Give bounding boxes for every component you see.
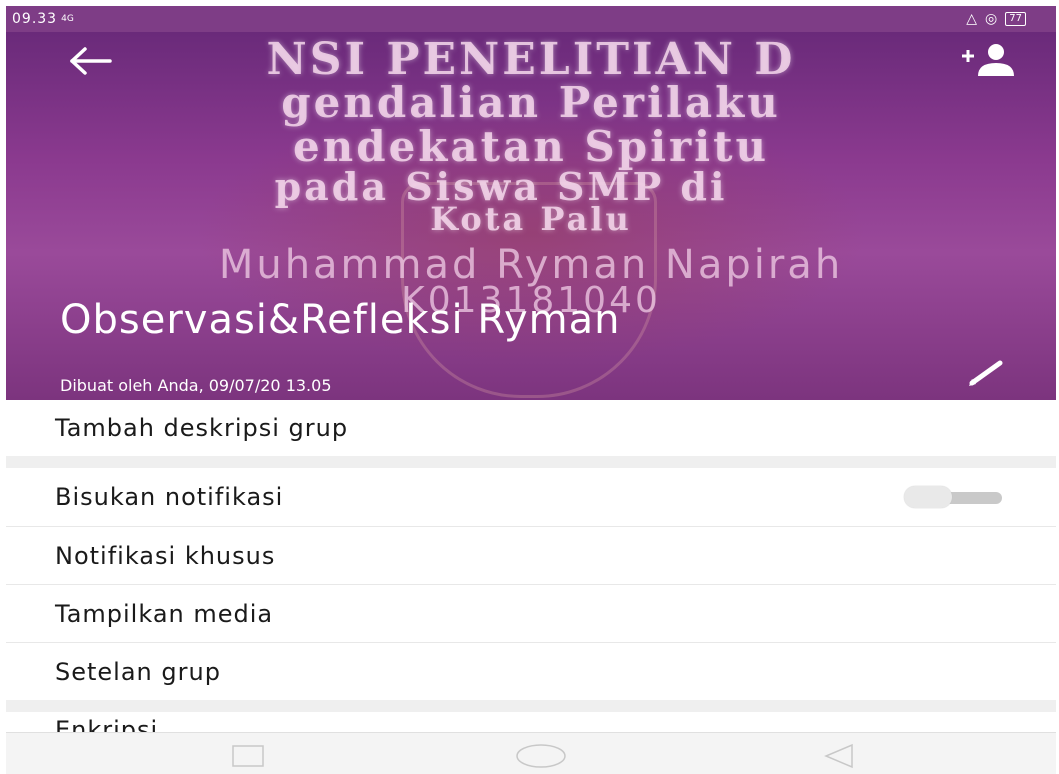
pencil-icon[interactable] (966, 357, 1006, 387)
mute-notifications-label: Bisukan notifikasi (55, 483, 284, 511)
encryption-row[interactable]: Enkripsi (6, 712, 1056, 732)
arrow-left-icon[interactable] (68, 46, 112, 76)
encryption-label: Enkripsi (55, 716, 159, 732)
section-gap (6, 456, 1056, 468)
show-media-label: Tampilkan media (55, 599, 274, 628)
home-icon[interactable] (515, 743, 567, 769)
mute-icon: △ (966, 11, 978, 27)
toggle-knob (904, 486, 952, 508)
custom-notifications-label: Notifikasi khusus (55, 541, 276, 570)
photo-text-line: gendalian Perilaku (281, 78, 781, 127)
custom-notifications-row[interactable]: Notifikasi khusus (6, 527, 1056, 584)
mute-toggle[interactable] (904, 486, 1004, 508)
add-description-row[interactable]: Tambah deskripsi grup (6, 400, 1056, 456)
signal-icon: 4G (61, 14, 74, 24)
group-name[interactable]: Observasi&Refleksi Ryman (60, 300, 960, 340)
status-time: 09.33 (12, 11, 58, 27)
navigation-bar (6, 732, 1056, 774)
group-header[interactable]: NSI PENELITIAN D gendalian Perilaku ende… (6, 32, 1056, 400)
battery-icon: 77 (1005, 12, 1026, 26)
created-by-text: Dibuat oleh Anda, 09/07/20 13.05 (60, 376, 332, 395)
recent-apps-icon[interactable] (232, 745, 264, 767)
section-gap (6, 700, 1056, 712)
status-right: △ ◎ 77 (966, 11, 1026, 27)
add-description-label: Tambah deskripsi grup (55, 414, 349, 442)
show-media-row[interactable]: Tampilkan media (6, 585, 1056, 642)
group-settings-row[interactable]: Setelan grup (6, 643, 1056, 700)
mute-notifications-row[interactable]: Bisukan notifikasi (6, 468, 1056, 526)
alarm-icon: ◎ (985, 11, 998, 27)
photo-text-line: Kota Palu (430, 200, 632, 238)
add-person-icon[interactable] (958, 42, 1022, 78)
back-triangle-icon[interactable] (824, 743, 854, 769)
status-bar: 09.33 4G △ ◎ 77 (6, 6, 1056, 32)
group-settings-label: Setelan grup (55, 657, 221, 686)
